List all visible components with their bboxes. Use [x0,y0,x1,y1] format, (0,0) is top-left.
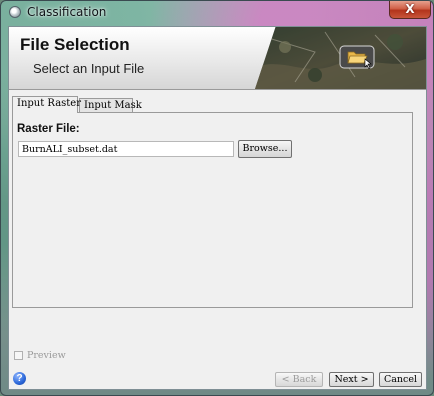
folder-open-icon [339,45,375,69]
tab-input-mask[interactable]: Input Mask [79,98,142,112]
back-button[interactable]: < Back [275,372,323,387]
help-icon[interactable]: ? [13,372,26,385]
cancel-button[interactable]: Cancel [379,372,422,387]
browse-button[interactable]: Browse... [238,140,292,158]
window-frame: Classification X File Selection Select a… [0,0,434,396]
tab-panel-input-raster: Raster File: Browse... [12,112,413,308]
preview-option[interactable]: Preview [14,350,66,361]
raster-file-label: Raster File: [17,123,80,135]
wizard-header: File Selection Select an Input File [9,27,426,90]
preview-label: Preview [27,350,66,361]
raster-file-input[interactable] [18,141,234,157]
page-subtitle: Select an Input File [33,61,145,76]
app-icon [9,6,21,18]
next-button[interactable]: Next > [329,372,374,387]
header-banner-image [255,27,426,89]
tab-input-raster[interactable]: Input Raster [12,96,81,113]
window-title: Classification [27,5,107,19]
title-bar[interactable]: Classification X [1,1,433,25]
close-button[interactable]: X [389,1,431,19]
page-title: File Selection [20,35,130,54]
dialog-body: File Selection Select an Input File Inpu… [8,26,427,390]
preview-checkbox[interactable] [14,351,23,360]
